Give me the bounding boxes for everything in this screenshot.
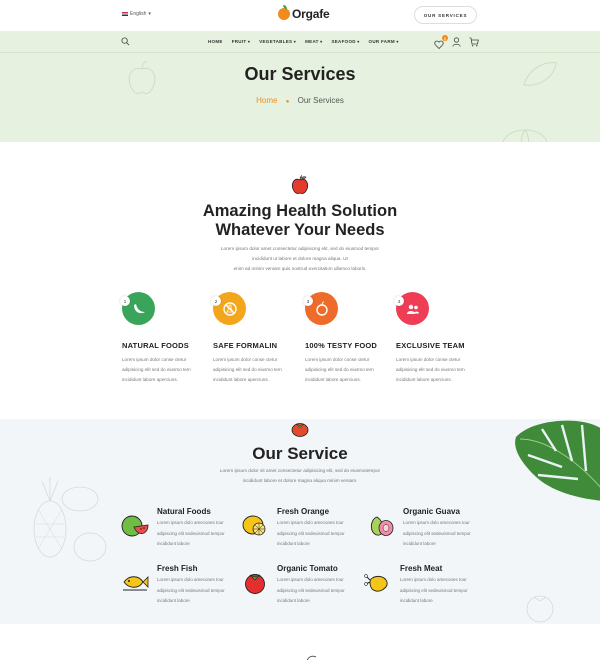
feature-icon-circle: 4 [394,292,429,325]
nav-item-our-farm[interactable]: OUR FARM [369,39,399,44]
heart-icon [434,40,444,50]
service-title: Organic Tomato [277,564,338,573]
page-title: Our Services [244,64,356,84]
apple-icon [292,175,308,194]
nav-item-seafood[interactable]: SEAFOOD [331,39,359,44]
no-chemical-icon [222,301,237,316]
language-selector[interactable]: English ▾ [122,11,151,17]
service-item-fresh-orange: Fresh Orange Lorem ipsum dolo amecones t… [241,507,371,547]
chevron-down-icon: ▾ [148,11,151,17]
intro-text-line2: incididunt ut labore et dolore magna ali… [252,256,348,261]
tomato-sketch-icon [526,595,554,623]
service-item-organic-guava: Organic Guava Lorem ipsum dolo amecones … [367,507,497,547]
logo[interactable]: Orgafe [278,5,330,21]
intro-title-line2: Whatever Your Needs [215,221,385,239]
feature-number: 3 [303,296,313,306]
service-item-natural-foods: Natural Foods Lorem ipsum dolo amecones … [121,507,251,547]
breadcrumb: Home ● Our Services [0,96,600,105]
section-title: Our Service [252,444,348,463]
our-services-button[interactable]: OUR SERVICES [414,6,477,24]
section-icon-partial [306,655,317,660]
breadcrumb-separator-icon: ● [285,99,290,105]
orange-icon [242,515,266,536]
service-title: Fresh Meat [400,564,443,573]
service-text: Lorem ipsum dolo amecones tour adipiscin… [157,577,225,603]
feature-text: Lorem ipsum dolor conse ctetur adipisici… [305,357,374,382]
logo-text: Orgafe [292,7,330,21]
service-title: Fresh Fish [157,564,198,573]
feature-text: Lorem ipsum dolor conse ctetur adipisici… [213,357,282,382]
service-title: Natural Foods [157,507,211,516]
next-section [0,624,600,660]
feature-text: Lorem ipsum dolor conse ctetur adipisici… [122,357,191,382]
tomato-icon [245,574,265,594]
service-text: Lorem ipsum dolo amecones tour adipiscin… [157,520,225,546]
intro-text: Lorem ipsum dolor amet consectetur adipi… [0,244,600,274]
wishlist-count-badge: 0 [442,35,448,41]
intro-text-line3: enim ad minim veniam quis nostrud exerci… [233,266,367,271]
nav-item-meat[interactable]: MEAT [305,39,322,44]
feature-icon-circle: 3 [303,292,338,325]
feature-icon-circle: 1 [120,292,155,325]
nav-item-home[interactable]: HOME [208,39,223,44]
cart-icon[interactable] [469,37,479,47]
service-item-fresh-meat: Fresh Meat Lorem ipsum dolo amecones tou… [364,564,494,604]
tomato-icon [291,423,309,437]
team-icon [406,304,419,314]
nav-item-fruit[interactable]: FRUIT [232,39,250,44]
intro-title: Amazing Health Solution Whatever Your Ne… [0,202,600,240]
feature-number: 4 [394,296,404,306]
watermelon-icon [121,515,149,537]
chicken-icon [364,574,388,592]
service-title: Organic Guava [403,507,460,516]
nav-item-vegetables[interactable]: VEGETABLES [259,39,296,44]
feature-card-exclusive-team: 4 EXCLUSIVE TEAM Lorem ipsum dolor conse… [394,292,506,385]
flag-icon [122,12,128,16]
intro-title-line1: Amazing Health Solution [202,202,398,220]
orange-logo-icon [278,5,290,20]
page-hero: HOME FRUIT VEGETABLES MEAT SEAFOOD OUR F… [0,31,600,142]
main-nav: HOME FRUIT VEGETABLES MEAT SEAFOOD OUR F… [0,31,600,53]
wishlist-button[interactable]: 0 [434,35,448,50]
breadcrumb-home-link[interactable]: Home [256,96,277,105]
fish-icon [123,576,149,591]
service-item-organic-tomato: Organic Tomato Lorem ipsum dolo amecones… [241,564,371,604]
pumpkin-sketch-icon [502,129,548,142]
fruit-icon [315,301,328,316]
nav-links: HOME FRUIT VEGETABLES MEAT SEAFOOD OUR F… [208,39,399,44]
section-text: Lorem ipsum dolor sit amet consectetur a… [0,466,600,486]
language-label: English [130,11,147,17]
feature-text: Lorem ipsum dolor conse ctetur adipisici… [396,357,465,382]
feature-icon-circle: 2 [211,292,246,325]
service-section: Our Service Lorem ipsum dolor sit amet c… [0,419,600,624]
service-text: Lorem ipsum dolo amecones tour adipiscin… [277,577,345,603]
service-item-fresh-fish: Fresh Fish Lorem ipsum dolo amecones tou… [121,564,251,604]
feature-number: 2 [211,296,221,306]
feature-title: EXCLUSIVE TEAM [396,341,465,350]
service-text: Lorem ipsum dolo amecones tour adipiscin… [400,577,468,603]
banana-icon [133,303,145,313]
feature-number: 1 [120,296,130,306]
nav-actions: 0 [434,35,479,50]
top-bar: English ▾ Orgafe OUR SERVICES [0,0,600,31]
service-text: Lorem ipsum dolo amecones tour adipiscin… [403,520,471,546]
section-text-line1: Lorem ipsum dolor sit amet consectetur a… [219,468,381,473]
breadcrumb-current: Our Services [297,96,344,105]
guava-icon [370,516,394,536]
section-text-line2: incididunt labore et dolore magna aliqua… [242,478,358,483]
service-title: Fresh Orange [277,507,330,516]
intro-text-line1: Lorem ipsum dolor amet consectetur adipi… [220,246,380,251]
service-text: Lorem ipsum dolo amecones tour adipiscin… [277,520,345,546]
user-icon[interactable] [452,37,461,47]
search-icon[interactable] [121,37,130,46]
